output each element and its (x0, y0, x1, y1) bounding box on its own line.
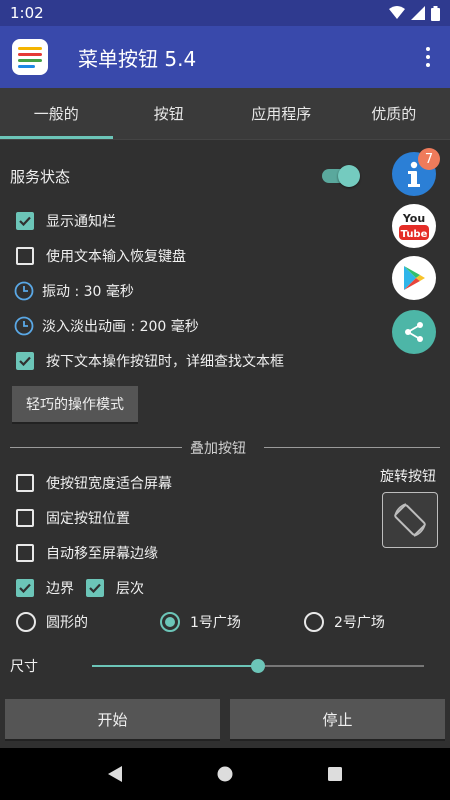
rotate-button-label: 旋转按钮 (380, 469, 436, 485)
clock-icon (14, 281, 34, 301)
auto-edge-checkbox[interactable] (16, 544, 34, 562)
shape-circle-label: 圆形的 (46, 615, 88, 631)
restore-keyboard-checkbox[interactable] (16, 247, 34, 265)
shape-square1-label: 1号广场 (190, 615, 241, 631)
app-bar: 菜单按钮 5.4 (0, 26, 450, 88)
restore-keyboard-label: 使用文本输入恢复键盘 (46, 249, 186, 265)
battery-icon (431, 5, 440, 21)
play-store-icon[interactable] (392, 256, 436, 300)
stop-button[interactable]: 停止 (230, 699, 445, 741)
size-label: 尺寸 (10, 659, 38, 675)
fix-position-label: 固定按钮位置 (46, 511, 130, 527)
find-textbox-label: 按下文本操作按钮时，详细查找文本框 (46, 354, 284, 370)
find-textbox-checkbox[interactable] (16, 352, 34, 370)
size-slider[interactable] (92, 659, 424, 673)
app-title: 菜单按钮 5.4 (78, 46, 197, 71)
border-checkbox[interactable] (16, 579, 34, 597)
shape-square2-radio[interactable] (304, 612, 324, 632)
shape-square2-label: 2号广场 (334, 615, 385, 631)
wifi-icon (389, 6, 405, 19)
border-row[interactable]: 边界 层次 (16, 578, 144, 598)
recents-icon[interactable] (327, 766, 343, 782)
vibration-label: 振动 : 30 毫秒 (42, 284, 134, 300)
overflow-menu-icon[interactable] (418, 42, 438, 72)
screen-rotation-icon (394, 503, 426, 537)
check-icon (89, 583, 101, 593)
auto-edge-label: 自动移至屏幕边缘 (46, 546, 158, 562)
info-badge: 7 (418, 148, 440, 170)
show-notification-label: 显示通知栏 (46, 214, 116, 230)
show-notification-checkbox[interactable] (16, 212, 34, 230)
fade-animation-row[interactable]: 淡入淡出动画 : 200 毫秒 (14, 316, 199, 336)
app-logo-icon (12, 39, 48, 75)
fit-width-row[interactable]: 使按钮宽度适合屏幕 (16, 473, 172, 493)
auto-edge-row[interactable]: 自动移至屏幕边缘 (16, 543, 158, 563)
overlay-section-title: 叠加按钮 (190, 441, 246, 457)
shape-circle-radio[interactable] (16, 612, 36, 632)
tab-general[interactable]: 一般的 (0, 88, 113, 139)
size-slider-thumb[interactable] (251, 659, 265, 673)
lightweight-mode-button[interactable]: 轻巧的操作模式 (12, 386, 138, 424)
youtube-icon[interactable]: You Tube (392, 204, 436, 248)
shape-square1-radio[interactable] (160, 612, 180, 632)
shape-square2-row[interactable]: 2号广场 (304, 612, 385, 632)
tab-applications[interactable]: 应用程序 (225, 88, 338, 139)
find-textbox-row[interactable]: 按下文本操作按钮时，详细查找文本框 (16, 351, 284, 371)
share-icon[interactable] (392, 310, 436, 354)
fit-width-checkbox[interactable] (16, 474, 34, 492)
restore-keyboard-row[interactable]: 使用文本输入恢复键盘 (16, 246, 186, 266)
tab-buttons[interactable]: 按钮 (113, 88, 226, 139)
rotate-button[interactable] (382, 492, 438, 548)
check-icon (19, 356, 31, 366)
section-divider-right (264, 447, 440, 448)
show-notification-row[interactable]: 显示通知栏 (16, 211, 116, 231)
svg-text:Tube: Tube (401, 229, 428, 240)
shadow-label: 层次 (116, 581, 144, 597)
shape-circle-row[interactable]: 圆形的 (16, 612, 88, 632)
tab-bar: 一般的 按钮 应用程序 优质的 (0, 88, 450, 140)
section-divider-left (10, 447, 182, 448)
service-toggle[interactable] (322, 164, 360, 188)
back-icon[interactable] (107, 765, 123, 783)
clock-icon (14, 316, 34, 336)
check-icon (19, 583, 31, 593)
cell-signal-icon (411, 6, 425, 20)
system-nav-bar (0, 748, 450, 800)
home-icon[interactable] (217, 766, 233, 782)
service-status-label: 服务状态 (10, 168, 71, 186)
size-slider-fill (92, 665, 258, 667)
service-status-row: 服务状态 (10, 166, 70, 187)
fade-animation-label: 淡入淡出动画 : 200 毫秒 (42, 319, 199, 335)
status-bar: 1:02 (0, 0, 450, 26)
status-time: 1:02 (10, 4, 44, 22)
fit-width-label: 使按钮宽度适合屏幕 (46, 476, 172, 492)
svg-text:You: You (402, 212, 425, 225)
tab-premium[interactable]: 优质的 (338, 88, 450, 139)
shape-square1-row[interactable]: 1号广场 (160, 612, 241, 632)
shadow-checkbox[interactable] (86, 579, 104, 597)
vibration-row[interactable]: 振动 : 30 毫秒 (14, 281, 134, 301)
fix-position-row[interactable]: 固定按钮位置 (16, 508, 130, 528)
fix-position-checkbox[interactable] (16, 509, 34, 527)
check-icon (19, 216, 31, 226)
border-label: 边界 (46, 581, 74, 597)
start-button[interactable]: 开始 (5, 699, 220, 741)
